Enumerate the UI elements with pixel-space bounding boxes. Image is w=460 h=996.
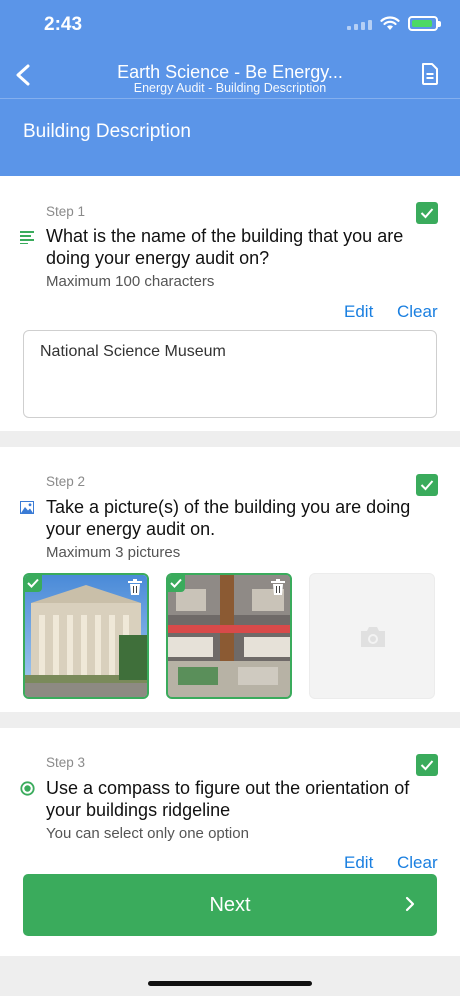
step-1-hint: Maximum 100 characters [46,273,215,290]
step-2-check-icon [416,474,438,496]
document-icon[interactable] [420,62,440,86]
image-icon [20,501,34,514]
step-3-edit-button[interactable]: Edit [344,853,373,873]
step-3-question: Use a compass to figure out the orientat… [46,778,410,820]
building-photo-2[interactable] [166,573,292,699]
photo-2-check-icon [168,575,185,592]
step-1-clear-button[interactable]: Clear [397,302,438,322]
nav-title: Earth Science - Be Energy... [117,62,343,82]
home-indicator[interactable] [148,981,312,986]
page-heading: Building Description [23,121,191,142]
step-3-check-icon [416,754,438,776]
text-lines-icon [20,231,34,244]
status-time: 2:43 [44,14,83,35]
step-2-question: Take a picture(s) of the building you ar… [46,497,411,539]
header: 2:43 Earth Science - Be Energy... Energy… [0,0,460,176]
status-icons [347,16,441,31]
add-photo-slot[interactable] [309,573,435,699]
step-2-label: Step 2 [46,474,86,489]
header-divider [0,98,460,99]
step-3-clear-button[interactable]: Clear [397,853,438,873]
battery-icon [408,16,441,31]
step-1-card: Step 1 What is the name of the building … [0,176,460,431]
nav-subtitle: Energy Audit - Building Description [133,81,327,95]
signal-icon [347,18,372,30]
step-3-hint: You can select only one option [46,825,249,842]
radio-icon [20,781,35,796]
step-2-hint: Maximum 3 pictures [46,544,181,561]
step-1-check-icon [416,202,438,224]
step-1-edit-button[interactable]: Edit [344,302,373,322]
next-button[interactable]: Next [23,874,437,936]
step-1-question: What is the name of the building that yo… [46,226,404,268]
photo-1-check-icon [25,575,42,592]
chevron-right-icon [405,896,415,912]
trash-icon[interactable] [128,579,142,595]
trash-icon[interactable] [271,579,285,595]
building-photo-1[interactable] [23,573,149,699]
building-name-field[interactable]: National Science Museum [23,330,437,418]
wifi-icon [380,16,400,30]
step-3-label: Step 3 [46,755,86,770]
step-1-label: Step 1 [46,204,86,219]
chevron-left-icon[interactable] [10,58,40,92]
next-label: Next [209,893,251,916]
camera-icon [361,627,385,647]
